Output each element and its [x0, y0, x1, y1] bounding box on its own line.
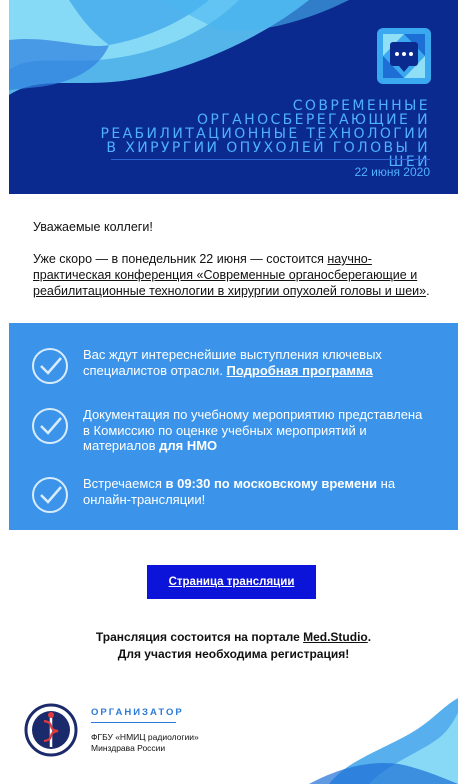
email-body: Современные органосберегающие и реабилит…: [9, 0, 458, 784]
portal-link[interactable]: Med.Studio: [303, 630, 368, 644]
check-circle-icon: [32, 348, 68, 384]
organizer-name: ФГБУ «НМИЦ радиологии» Минздрава России: [91, 732, 199, 753]
header-banner: Современные органосберегающие и реабилит…: [9, 0, 458, 194]
highlight-text: Встречаемся в 09:30 по московскому време…: [83, 476, 396, 507]
corner-wave-decoration: [309, 698, 458, 784]
conference-date: 22 июня 2020: [354, 165, 430, 179]
header-divider: [111, 159, 430, 160]
program-link[interactable]: Подробная программа: [227, 363, 373, 378]
organizer-emblem-icon: [24, 703, 78, 757]
organizer-divider: [91, 722, 176, 723]
broadcast-page-button[interactable]: Страница трансляции: [147, 565, 316, 599]
highlights-panel: Вас ждут интереснейшие выступления ключе…: [9, 323, 458, 530]
conference-logo-icon: [377, 28, 431, 84]
organizer-label: ОРГАНИЗАТОР: [91, 707, 184, 718]
footer-line-1: Трансляция состоится на портале Med.Stud…: [95, 630, 372, 644]
footer-line-2: Для участия необходима регистрация!: [117, 647, 350, 661]
intro-paragraph: Уже скоро — в понедельник 22 июня — сост…: [33, 252, 430, 298]
intro-section: Уважаемые коллеги! Уже скоро — в понедел…: [33, 219, 448, 315]
highlight-text: Документация по учебному мероприятию пре…: [83, 407, 423, 453]
check-circle-icon: [32, 477, 68, 513]
check-circle-icon: [32, 408, 68, 444]
footer-note: Трансляция состоится на портале Med.Stud…: [9, 629, 458, 663]
highlight-text: Вас ждут интереснейшие выступления ключе…: [83, 347, 382, 378]
greeting: Уважаемые коллеги!: [33, 220, 153, 234]
